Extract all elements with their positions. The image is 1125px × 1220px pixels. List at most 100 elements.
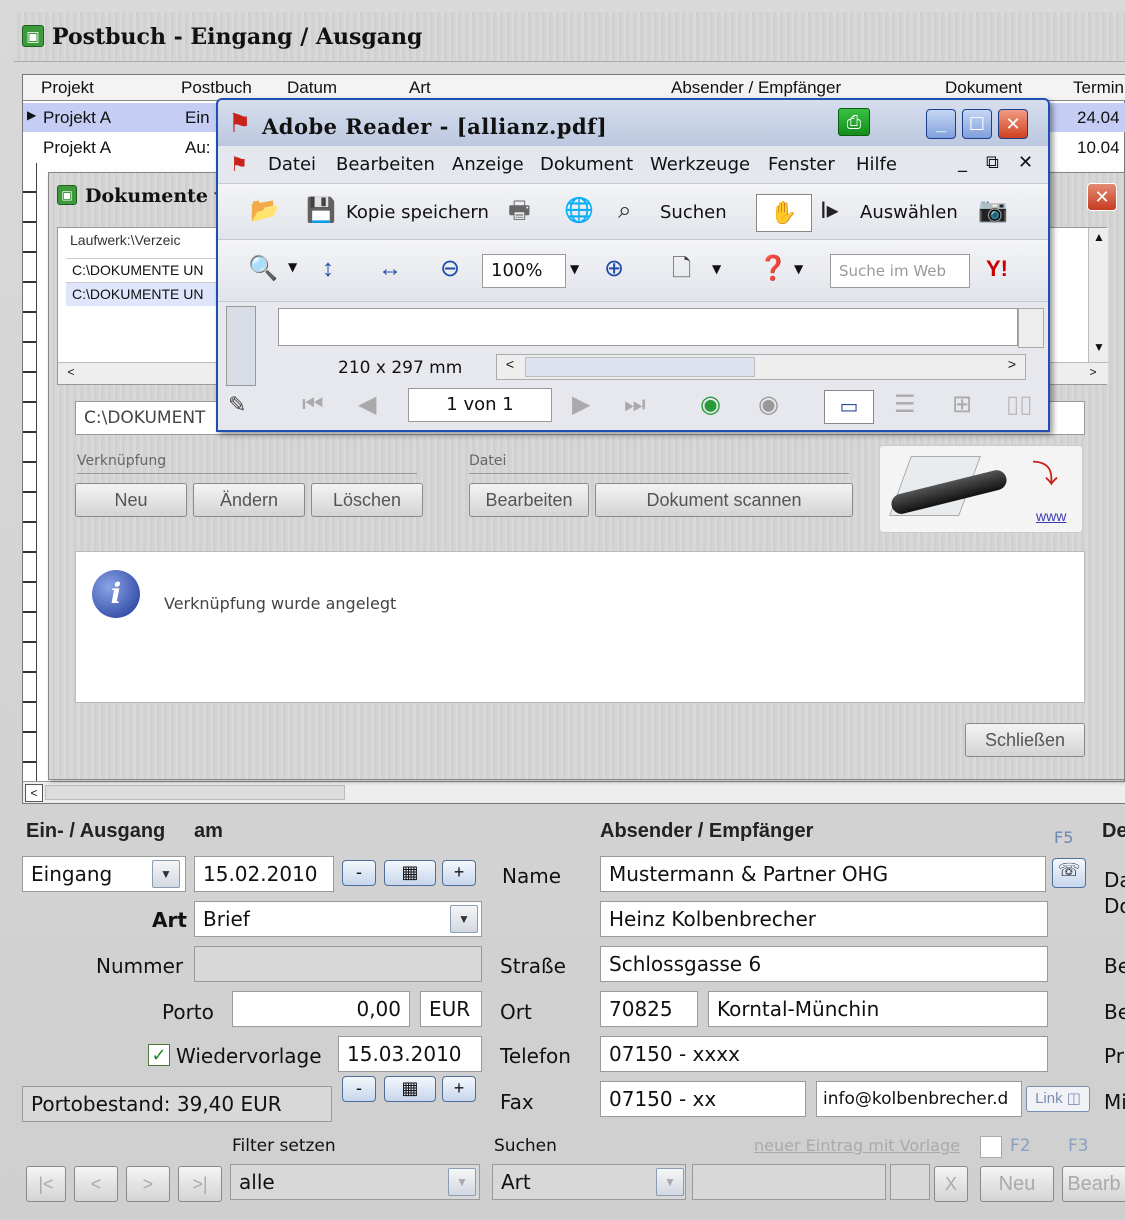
page-indicator-field[interactable]: 1 von 1 bbox=[408, 388, 552, 422]
art-select[interactable]: Brief bbox=[194, 901, 482, 937]
menu-werkzeuge[interactable]: Werkzeuge bbox=[650, 154, 750, 175]
zoom-dropdown-icon[interactable]: ▼ bbox=[570, 262, 579, 276]
zoom-out-icon[interactable]: ⊖ bbox=[440, 254, 460, 284]
filter-select[interactable]: alle bbox=[230, 1164, 480, 1200]
scanner-image[interactable]: ⤵ www bbox=[879, 445, 1083, 533]
document-canvas[interactable] bbox=[278, 308, 1018, 346]
search-extra-field[interactable] bbox=[890, 1164, 930, 1200]
zoom-input[interactable]: 100% bbox=[482, 254, 566, 288]
doc-minimize-icon[interactable]: _ bbox=[958, 152, 967, 173]
open-folder-icon[interactable]: 📂 bbox=[250, 196, 280, 226]
next-page-icon[interactable]: ▶ bbox=[572, 390, 590, 420]
strasse-field[interactable]: Schlossgasse 6 bbox=[600, 946, 1048, 982]
menu-datei[interactable]: Datei bbox=[268, 154, 316, 175]
continuous-facing-icon[interactable]: ▯▯ bbox=[1006, 390, 1032, 420]
first-page-icon[interactable]: ⏮ bbox=[302, 390, 324, 420]
neu-record-button[interactable]: Neu bbox=[980, 1166, 1054, 1202]
prev-record-button[interactable]: < bbox=[74, 1166, 118, 1202]
wiedervorlage-checkbox[interactable]: ✓ bbox=[148, 1044, 170, 1066]
email-icon[interactable]: 🌐 bbox=[564, 196, 594, 226]
bearbeiten-button[interactable]: Bearbeiten bbox=[469, 483, 589, 517]
binoculars-icon[interactable]: ⌕ bbox=[618, 196, 631, 226]
scroll-right-icon[interactable]: > bbox=[1001, 356, 1023, 378]
last-record-button[interactable]: >| bbox=[178, 1166, 222, 1202]
save-icon[interactable]: 💾 bbox=[306, 196, 336, 226]
col-header-absender[interactable]: Absender / Empfänger bbox=[671, 78, 841, 98]
neuer-eintrag-label[interactable]: neuer Eintrag mit Vorlage bbox=[754, 1136, 960, 1155]
fit-height-icon[interactable]: ↕ bbox=[322, 254, 334, 284]
schliessen-button[interactable]: Schließen bbox=[965, 723, 1085, 757]
menu-fenster[interactable]: Fenster bbox=[768, 154, 835, 175]
chevron-down-icon[interactable]: ▼ bbox=[448, 1168, 476, 1196]
zoom-in-icon[interactable]: ⊕ bbox=[604, 254, 624, 284]
close-icon[interactable]: ✕ bbox=[1087, 183, 1117, 211]
wiedervorlage-label[interactable]: Wiedervorlage bbox=[176, 1044, 322, 1068]
scroll-left-icon[interactable]: < bbox=[62, 365, 80, 383]
telefon-field[interactable]: 07150 - xxxx bbox=[600, 1036, 1048, 1072]
clear-search-button[interactable]: X bbox=[934, 1166, 968, 1202]
maximize-icon[interactable]: ☐ bbox=[962, 109, 992, 139]
minimize-icon[interactable]: _ bbox=[926, 109, 956, 139]
continuous-icon[interactable]: ☰ bbox=[894, 390, 916, 420]
vorlage-checkbox[interactable] bbox=[980, 1136, 1002, 1158]
email-field[interactable]: info@kolbenbrecher.d bbox=[816, 1081, 1022, 1117]
back-icon[interactable]: ◉ bbox=[700, 390, 721, 420]
menu-hilfe[interactable]: Hilfe bbox=[856, 154, 897, 175]
select-cursor-icon[interactable]: I▸ bbox=[820, 196, 839, 226]
zoom-tool-dropdown-icon[interactable]: ▼ bbox=[288, 260, 297, 274]
chevron-down-icon[interactable]: ▼ bbox=[656, 1168, 684, 1196]
wv-minus-button[interactable]: - bbox=[342, 1076, 376, 1102]
menu-bearbeiten[interactable]: Bearbeiten bbox=[336, 154, 435, 175]
facing-icon[interactable]: ⊞ bbox=[952, 390, 972, 420]
canvas-vscrollbar[interactable] bbox=[1018, 308, 1044, 348]
chevron-down-icon[interactable]: ▼ bbox=[152, 860, 180, 888]
ort-field[interactable]: Korntal-Münchin bbox=[708, 991, 1048, 1027]
col-header-postbuch[interactable]: Postbuch bbox=[181, 78, 252, 98]
email-link-button[interactable]: Link ◫ bbox=[1026, 1086, 1090, 1112]
porto-field[interactable]: 0,00 bbox=[232, 991, 410, 1027]
search-input[interactable] bbox=[692, 1164, 886, 1200]
menu-dokument[interactable]: Dokument bbox=[540, 154, 633, 175]
rotate-page-icon[interactable]: 🗋 bbox=[672, 254, 691, 284]
date-minus-button[interactable]: - bbox=[342, 860, 376, 886]
chevron-down-icon[interactable]: ▼ bbox=[450, 905, 478, 933]
help-icon[interactable]: ❓ bbox=[758, 254, 788, 284]
date-field[interactable]: 15.02.2010 bbox=[194, 856, 334, 892]
fit-width-icon[interactable]: ↔ bbox=[378, 254, 402, 284]
scroll-thumb[interactable] bbox=[525, 357, 755, 377]
list-item[interactable]: C:\DOKUMENTE UN bbox=[66, 282, 226, 306]
col-header-art[interactable]: Art bbox=[409, 78, 431, 98]
wiedervorlage-date-field[interactable]: 15.03.2010 bbox=[338, 1036, 482, 1072]
doc-close-icon[interactable]: ✕ bbox=[1018, 152, 1033, 173]
grid-hscrollbar[interactable]: < bbox=[23, 781, 1125, 803]
web-search-input[interactable]: Suche im Web bbox=[830, 254, 970, 288]
file-grid-header[interactable]: Laufwerk:\Verzeic bbox=[70, 232, 181, 248]
list-item[interactable]: C:\DOKUMENTE UN bbox=[66, 258, 226, 282]
canvas-hscrollbar[interactable]: < > bbox=[496, 354, 1026, 380]
col-header-dokument[interactable]: Dokument bbox=[945, 78, 1022, 98]
www-link[interactable]: www bbox=[1036, 508, 1066, 524]
aendern-button[interactable]: Ändern bbox=[193, 483, 305, 517]
menu-anzeige[interactable]: Anzeige bbox=[452, 154, 524, 175]
next-record-button[interactable]: > bbox=[126, 1166, 170, 1202]
help-dropdown-icon[interactable]: ▼ bbox=[794, 262, 803, 276]
save-copy-button[interactable]: Kopie speichern bbox=[346, 202, 489, 223]
fax-field[interactable]: 07150 - xx bbox=[600, 1081, 806, 1117]
first-record-button[interactable]: |< bbox=[26, 1166, 66, 1202]
zoom-tool-icon[interactable]: 🔍 bbox=[248, 254, 278, 284]
loeschen-button[interactable]: Löschen bbox=[311, 483, 423, 517]
date-plus-button[interactable]: + bbox=[442, 860, 476, 886]
pages-tab[interactable] bbox=[226, 306, 256, 386]
scannen-button[interactable]: Dokument scannen bbox=[595, 483, 853, 517]
col-header-projekt[interactable]: Projekt bbox=[41, 78, 94, 98]
scroll-down-icon[interactable]: ▼ bbox=[1089, 340, 1109, 360]
col-header-termin[interactable]: Termin bbox=[1073, 78, 1124, 98]
neu-button[interactable]: Neu bbox=[75, 483, 187, 517]
last-page-icon[interactable]: ⏭ bbox=[624, 390, 646, 420]
contact-field[interactable]: Heinz Kolbenbrecher bbox=[600, 901, 1048, 937]
hand-tool-icon[interactable]: ✋ bbox=[756, 194, 812, 232]
address-book-icon[interactable]: ☏ bbox=[1052, 858, 1086, 888]
nummer-field[interactable] bbox=[194, 946, 482, 982]
print-icon[interactable]: 🖶 bbox=[508, 196, 531, 226]
select-button[interactable]: Auswählen bbox=[860, 202, 958, 223]
